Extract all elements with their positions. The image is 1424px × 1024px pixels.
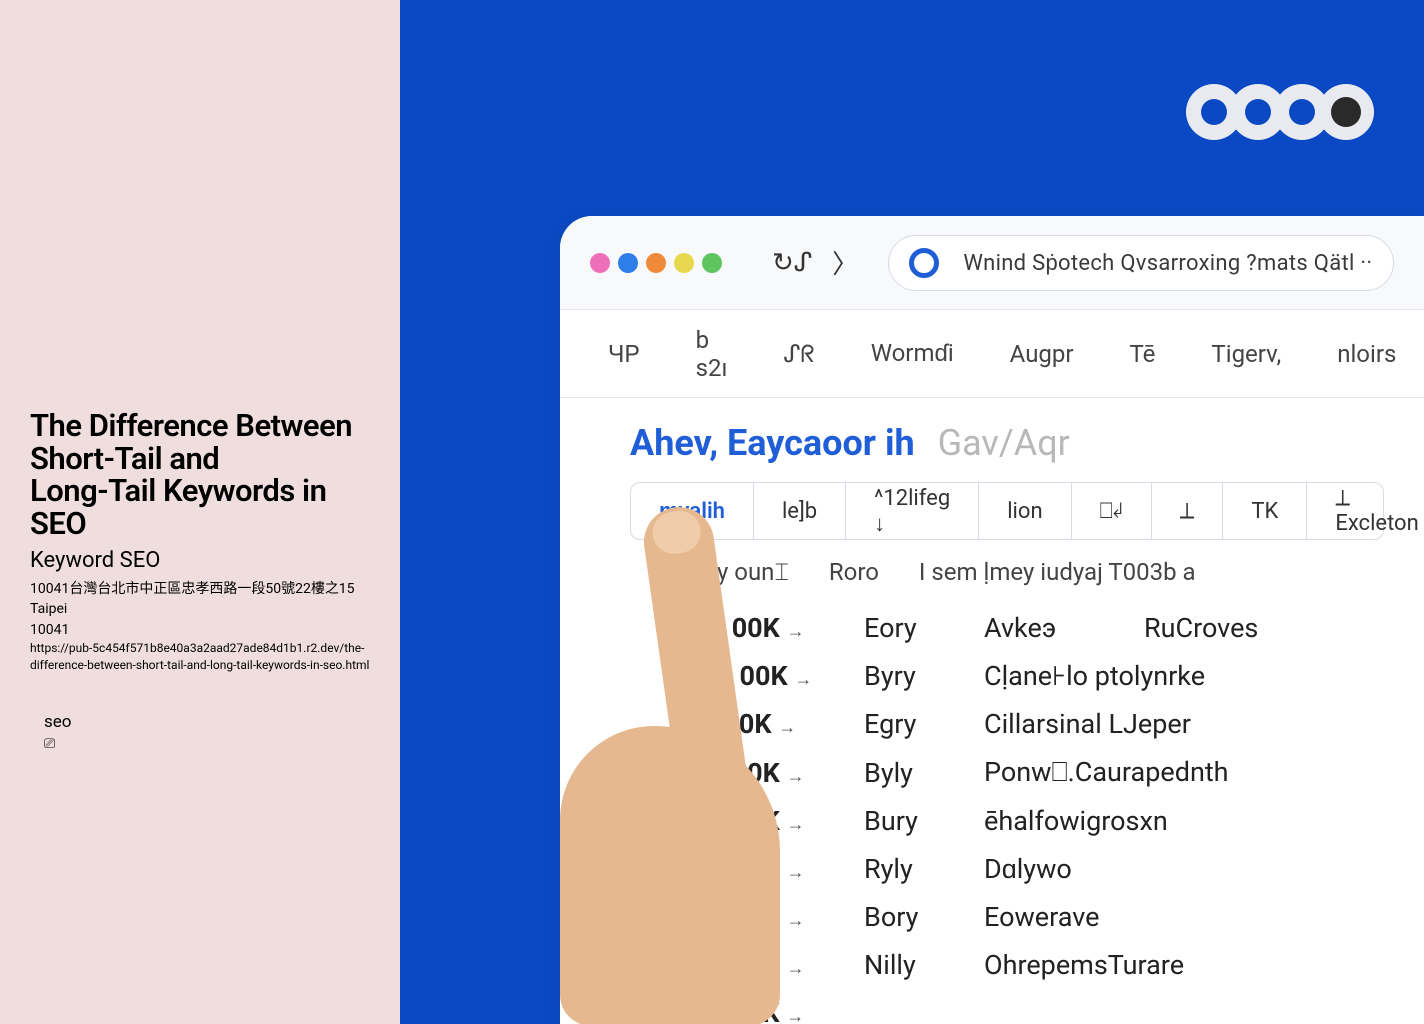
site-identity-icon[interactable] <box>909 248 939 278</box>
table-row[interactable]: 80 00K → Nilly OhrepemsTurare <box>600 941 1384 989</box>
city-line: Taipei <box>30 599 370 619</box>
content-headline: Ahev, Eaycaoor ih Gav/Aqr <box>600 422 1384 464</box>
table-row[interactable]: 32 00K → Bory Eowerave <box>600 893 1384 941</box>
table-row[interactable]: 8l 00K → Egry Cillarsinal LJeper <box>600 700 1384 748</box>
cell: Byry <box>864 660 944 692</box>
nav-tab[interactable]: ᔑᖇ <box>783 340 814 368</box>
brand-logo <box>1198 84 1374 140</box>
cell: Avkeэ <box>984 612 1104 644</box>
filter-bar: ɱvalih le]b ^12lifeg ↓ lion ⎕↲ ⟂ TK ⟂ Ex… <box>630 482 1384 540</box>
filter-cell[interactable]: le]b <box>754 483 846 539</box>
cell: RuCroves <box>1144 612 1258 644</box>
source-url: https://pub-5c454f571b8e40a3a2aad27ade84… <box>30 640 370 674</box>
cell: Nilly <box>864 949 944 981</box>
cell: Cḷane⊦lo ptolynrke <box>984 660 1205 692</box>
cell: Byly <box>864 757 944 789</box>
window-dot-icon[interactable] <box>590 253 610 273</box>
nav-tabs: ЧР b s2ı ᔑᖇ Wormɗi Augpr Tē Tigerv, nloi… <box>560 310 1424 398</box>
volume-cell: 32 00K → <box>694 805 824 837</box>
table-row[interactable]: 17 00K → Ryly Dɑlywo <box>600 845 1384 893</box>
hero-area: ↻ᔑ 〉 Wnind Sṗotech Qvsarroxing ?mats Qät… <box>400 0 1424 1024</box>
address-text: Wnind Sṗotech Qvsarroxing ?mats Qätl ·· <box>963 250 1372 276</box>
volume-cell: 80 00K → <box>694 949 824 981</box>
table-row[interactable]: 8E 00K → <box>600 989 1384 1024</box>
filter-cell[interactable]: lion <box>979 483 1071 539</box>
page-title: The Difference Between Short-Tail andLon… <box>30 410 370 540</box>
table-row[interactable]: 32 00K → Bury ēhalfowigrosxn <box>600 797 1384 845</box>
nav-tab[interactable]: ЧР <box>608 340 640 368</box>
nav-tab[interactable]: nloirs <box>1337 340 1396 368</box>
cell: Ponw⎕.Caurapednth <box>984 756 1229 789</box>
tag-label: seo <box>44 712 370 732</box>
nav-tab[interactable]: Tē <box>1130 340 1156 368</box>
nav-tab[interactable]: Tigerv, <box>1211 340 1281 368</box>
nav-tab[interactable]: Wormɗi <box>871 339 954 368</box>
headline-main: Ahev, Eaycaoor ih <box>630 422 915 464</box>
table-row[interactable]: 80 00K → Byly Ponw⎕.Caurapednth <box>600 748 1384 797</box>
nav-tab[interactable]: Augpr <box>1010 340 1074 368</box>
filter-cell[interactable]: ⎕↲ <box>1072 483 1152 539</box>
filter-cell[interactable]: ^12lifeg ↓ <box>846 483 979 539</box>
cell: Eowerave <box>984 901 1099 933</box>
volume-cell: 8E 00K → <box>694 997 824 1024</box>
sidebar: The Difference Between Short-Tail andLon… <box>0 0 400 1024</box>
logo-blob-icon <box>1318 84 1374 140</box>
page-subtitle: Keyword SEO <box>30 548 370 573</box>
col-header: I sem ḷmey iudyaj T003b a <box>919 558 1196 586</box>
cell: Dɑlywo <box>984 853 1072 885</box>
traffic-lights <box>590 253 722 273</box>
cell: Cillarsinal LJeper <box>984 708 1191 740</box>
col-header: Hly oun⌶ <box>694 558 789 586</box>
cell: Bory <box>864 901 944 933</box>
address-line: 10041台灣台北市中正區忠孝西路一段50號22樓之15 <box>30 579 370 599</box>
window-dot-icon[interactable] <box>674 253 694 273</box>
col-header: Roro <box>829 558 879 586</box>
volume-cell: 1.3 00K → <box>694 660 824 692</box>
cell: Ryly <box>864 853 944 885</box>
filter-cell[interactable]: ⟂ <box>1152 483 1224 539</box>
table-row[interactable]: 1.3 00K → Byry Cḷane⊦lo ptolynrke <box>600 652 1384 700</box>
volume-cell: 80 00K → <box>694 757 824 789</box>
volume-cell: 32 00K → <box>694 901 824 933</box>
volume-cell: 8l 00K → <box>694 708 824 740</box>
keyword-table: 68 00K → Eory Avkeэ RuCroves 1.3 00K → Byry Cḷ… <box>600 604 1384 1024</box>
cell: Bury <box>864 805 944 837</box>
cell: Eory <box>864 612 944 644</box>
tag-icon: ⎚ <box>44 736 370 752</box>
cell: Egry <box>864 708 944 740</box>
window-dot-icon[interactable] <box>646 253 666 273</box>
window-dot-icon[interactable] <box>618 253 638 273</box>
filter-cell[interactable]: ɱvalih <box>631 483 754 539</box>
headline-secondary: Gav/Aqr <box>938 422 1070 464</box>
address-bar[interactable]: Wnind Sṗotech Qvsarroxing ?mats Qätl ·· <box>888 235 1394 291</box>
window-dot-icon[interactable] <box>702 253 722 273</box>
cell: ēhalfowigrosxn <box>984 805 1168 837</box>
table-row[interactable]: 68 00K → Eory Avkeэ RuCroves <box>600 604 1384 652</box>
filter-cell[interactable]: ⟂ Excleton <box>1307 483 1424 539</box>
table-header: Hly oun⌶ Roro I sem ḷmey iudyaj T003b a <box>600 558 1384 586</box>
reload-icon[interactable]: ↻ᔑ <box>772 248 812 278</box>
postcode-line: 10041 <box>30 620 370 640</box>
filter-cell[interactable]: TK <box>1223 483 1307 539</box>
browser-window: ↻ᔑ 〉 Wnind Sṗotech Qvsarroxing ?mats Qät… <box>560 216 1424 1024</box>
cell: OhrepemsTurare <box>984 949 1184 981</box>
window-titlebar: ↻ᔑ 〉 Wnind Sṗotech Qvsarroxing ?mats Qät… <box>560 216 1424 310</box>
nav-tab[interactable]: b s2ı <box>696 326 728 382</box>
volume-cell: 68 00K → <box>694 612 824 644</box>
forward-icon[interactable]: 〉 <box>832 244 858 281</box>
volume-cell: 17 00K → <box>694 853 824 885</box>
